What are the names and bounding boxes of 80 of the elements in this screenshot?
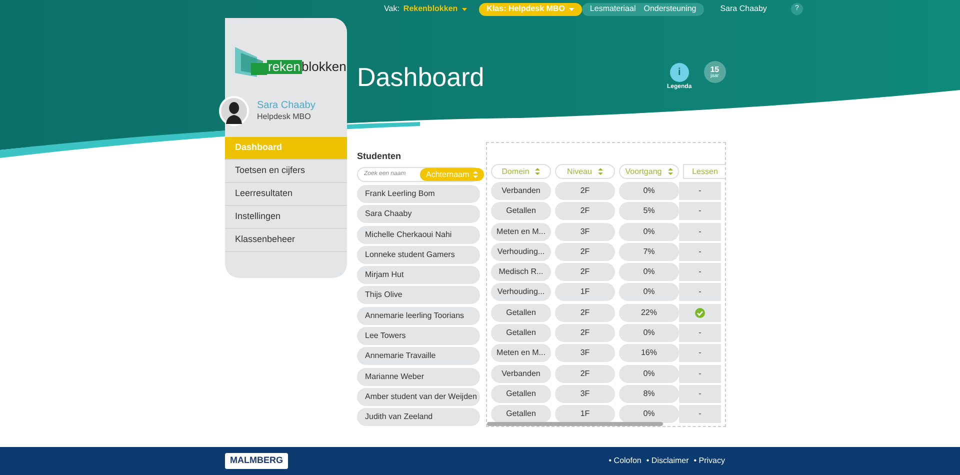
student-name[interactable]: Sara Chaaby [357,205,480,224]
student-name[interactable]: Amber student van der Weijden [357,388,480,406]
table-cell: 2F [555,263,615,282]
student-name[interactable]: Lonneke student Gamers [357,246,480,264]
table-cell: 0% [619,182,679,200]
table-cell: Getallen [491,384,551,403]
student-name[interactable]: Thijs Olive [357,286,480,304]
table-cell: Meten en M... [491,222,551,241]
lessons-value: - [698,368,702,380]
lessons-value: - [698,327,702,340]
table-cell: 2F [555,304,615,322]
student-name[interactable]: Annemarie Travaille [357,347,480,366]
table-cell: 0% [619,222,679,241]
table-cell: Getallen [491,324,551,342]
profile-name: Sara Chaaby [257,100,316,112]
caret-icon [568,8,574,10]
table-cell: 1F [555,405,615,424]
table-cell: Medisch R... [491,263,551,282]
menu-item[interactable]: Klassenbeheer [225,229,347,252]
table-cell: Getallen [491,405,551,424]
table-cell: 0% [619,405,679,424]
student-name[interactable]: Mirjam Hut [357,266,480,284]
lessons-value: - [698,388,702,400]
table-cell: 7% [619,242,679,261]
student-name[interactable]: Judith van Zeeland [357,408,480,426]
table-cell: Meten en M... [491,344,551,362]
table-cell: Verbanden [491,182,551,200]
table-cell: 2F [555,242,615,261]
table-cell: Verhouding... [491,283,551,302]
student-name[interactable]: Marianne Weber [357,368,480,386]
menu-item[interactable]: Toetsen en cijfers [225,160,347,183]
table-cell: Getallen [491,304,551,322]
lessons-value: - [698,347,702,360]
table-cell: Verbanden [491,364,551,383]
lessons-value: - [698,205,702,218]
student-name[interactable]: Annemarie leerling Toorians [357,306,480,325]
lessons-value: - [698,408,702,420]
table-cell: 3F [555,384,615,403]
table-cell: 0% [619,324,679,342]
table-cell: 3F [555,222,615,241]
student-name[interactable]: Michelle Cherkaoui Nahi [357,226,480,244]
table-cell: 0% [619,364,679,383]
lessons-value: - [698,246,702,258]
caret-icon [462,8,467,10]
table-cell: 3F [555,344,615,362]
page-title: Dashboard [357,61,486,94]
table-cell: 0% [619,283,679,302]
table-cell: 1F [555,283,615,302]
lessons-value: - [698,185,702,197]
user-name[interactable]: Sara Chaaby [720,3,767,15]
footer-link[interactable]: • Privacy [694,455,725,467]
lessons-value: - [698,226,702,238]
sort-icon [473,171,478,178]
publisher-logo: MALMBERG [225,453,288,469]
student-name[interactable]: Frank Leerling Bom [357,185,480,203]
footer-link[interactable]: • Colofon [608,455,642,467]
student-name[interactable]: Lee Towers [357,327,480,346]
table-cell: 2F [555,182,615,200]
avatar [219,96,249,126]
table-cell: 2F [555,364,615,383]
table-cell: 2F [555,202,615,220]
students-heading: Studenten [357,150,402,162]
menu-item[interactable]: Instellingen [225,206,347,229]
subject-label: Vak: [384,3,400,15]
table-cell: 16% [619,344,679,362]
footer-link[interactable]: • Disclaimer [646,455,689,467]
table-cell: Getallen [491,202,551,220]
logo-text-blokken: blokken [302,60,346,74]
scrollbar[interactable] [487,422,663,426]
table-cell: 5% [619,202,679,220]
table-cell: Verhouding... [491,242,551,261]
lessons-value: - [698,266,702,278]
table-cell: 0% [619,263,679,282]
table-cell: 8% [619,384,679,403]
table-cell: 22% [619,304,679,322]
menu-item[interactable]: Leerresultaten [225,183,347,206]
logo-text-reken: reken [267,60,302,74]
table-cell: 2F [555,324,615,342]
lessons-value: - [698,286,702,298]
profile-group: Helpdesk MBO [257,112,316,122]
